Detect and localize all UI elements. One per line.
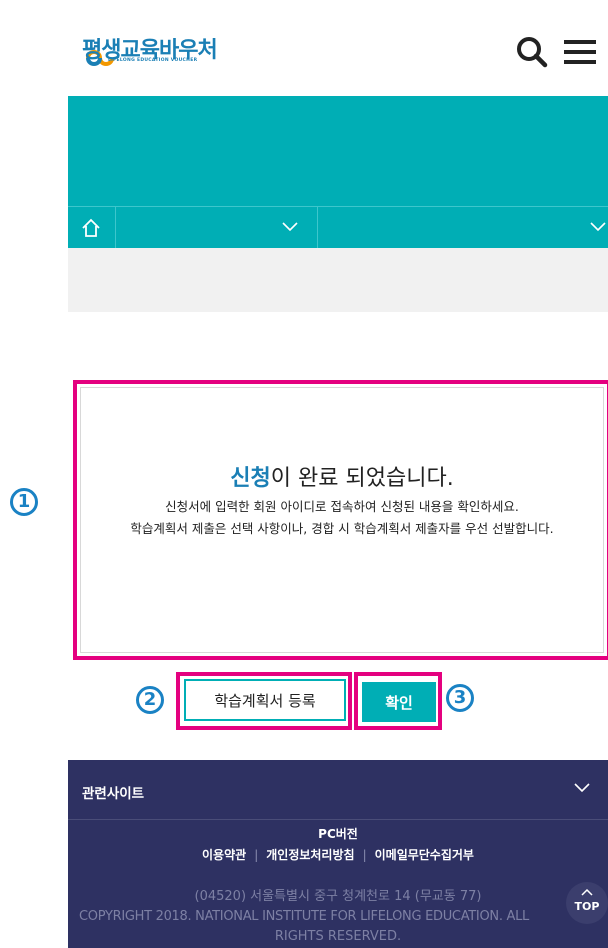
search-icon[interactable] (514, 34, 550, 70)
footer-rights: RIGHTS RESERVED. (274, 929, 402, 944)
message-line-2: 학습계획서 제출은 선택 사항이나, 경합 시 학습계획서 제출자를 우선 선발… (130, 521, 554, 536)
register-study-plan-button[interactable]: 학습계획서 등록 (184, 679, 346, 721)
footer-address: (04520) 서울특별시 중구 청계천로 14 (무교동 77) (194, 889, 482, 904)
related-sites-dropdown[interactable]: 관련사이트 (68, 760, 608, 820)
pc-version-link[interactable]: PC버전 (68, 825, 608, 842)
chevron-down-icon (574, 783, 590, 793)
annotation-badge-2: 2 (136, 686, 164, 714)
page-banner (68, 96, 608, 206)
chevron-down-icon (282, 222, 298, 232)
message-panel: 신청이 완료 되었습니다. 신청서에 입력한 회원 아이디로 접속하여 신청된 … (80, 387, 604, 653)
top-label: TOP (574, 900, 600, 913)
privacy-policy-link[interactable]: 개인정보처리방침 (266, 848, 354, 862)
related-sites-label: 관련사이트 (82, 786, 145, 802)
nav-home-button[interactable] (68, 207, 116, 248)
home-icon (82, 218, 100, 237)
email-refusal-link[interactable]: 이메일무단수집거부 (375, 848, 474, 862)
link-separator: | (362, 848, 367, 862)
completion-message-box: 신청이 완료 되었습니다. 신청서에 입력한 회원 아이디로 접속하여 신청된 … (73, 380, 608, 660)
completion-title: 신청이 완료 되었습니다. (81, 460, 603, 492)
chevron-down-icon (590, 222, 606, 232)
sub-header-bar (68, 248, 608, 312)
footer-links: 이용약관 | 개인정보처리방침 | 이메일무단수집거부 (68, 846, 608, 863)
hamburger-menu-icon[interactable] (562, 34, 598, 70)
link-separator: | (254, 848, 259, 862)
title-rest: 이 완료 되었습니다. (270, 466, 454, 491)
footer-copyright: COPYRIGHT 2018. NATIONAL INSTITUTE FOR L… (79, 909, 529, 924)
nav-dropdown-secondary[interactable] (318, 207, 608, 248)
logo-subtitle: LIFELONG EDUCATION VOUCHER (108, 58, 198, 63)
terms-link[interactable]: 이용약관 (202, 848, 246, 862)
site-logo[interactable]: 평생교육바우처 LIFELONG EDUCATION VOUCHER (82, 30, 222, 74)
annotation-badge-3: 3 (446, 684, 474, 712)
chevron-up-icon (581, 888, 593, 896)
message-line-1: 신청서에 입력한 회원 아이디로 접속하여 신청된 내용을 확인하세요. (165, 499, 519, 514)
confirm-button[interactable]: 확인 (362, 682, 436, 722)
nav-dropdown-primary[interactable] (116, 207, 318, 248)
title-highlight: 신청 (230, 466, 271, 491)
scroll-top-button[interactable]: TOP (566, 882, 608, 924)
annotation-badge-1: 1 (10, 488, 38, 516)
